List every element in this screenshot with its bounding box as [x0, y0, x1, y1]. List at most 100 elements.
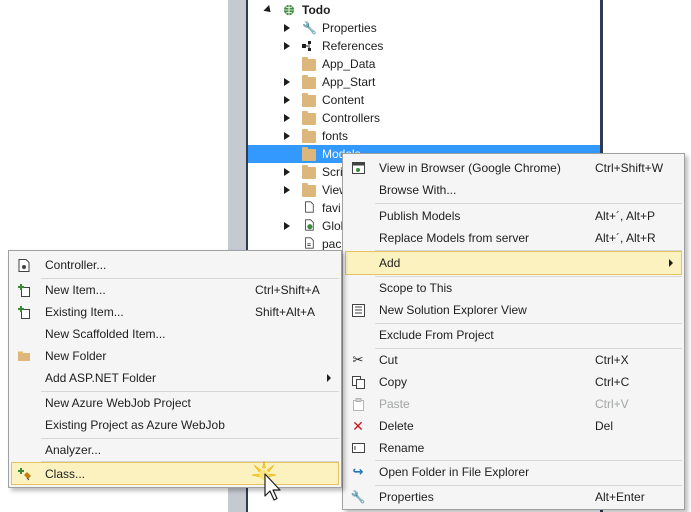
menu-item-label: New Scaffolded Item...: [45, 327, 166, 341]
menu-item-exclude-from-project[interactable]: Exclude From Project: [345, 324, 682, 346]
rename-icon: [351, 441, 365, 455]
folder-icon: [302, 75, 316, 89]
tree-item-label: Controllers: [322, 111, 381, 125]
menu-item-cut[interactable]: ✂ Cut Ctrl+X: [345, 349, 682, 371]
collapsed-arrow-icon[interactable]: [282, 185, 292, 195]
menu-item-label: Paste: [379, 397, 410, 411]
folder-icon: [302, 93, 316, 107]
menu-item-shortcut: Alt+´, Alt+P: [595, 209, 656, 223]
menu-item-label: Exclude From Project: [379, 328, 494, 342]
expanded-arrow-icon[interactable]: [262, 5, 272, 15]
folder-icon: [302, 129, 316, 143]
menu-item-shortcut: Ctrl+X: [595, 353, 629, 367]
collapsed-arrow-icon[interactable]: [282, 131, 292, 141]
menu-item-label: Analyzer...: [45, 443, 102, 457]
menu-item-shortcut: Ctrl+Shift+W: [595, 161, 664, 175]
submenu-arrow-icon: [669, 259, 673, 267]
tree-item-label: App_Start: [322, 75, 376, 89]
add-submenu: Controller... New Item... Ctrl+Shift+A E…: [8, 250, 342, 488]
tree-item-label: pac: [322, 237, 342, 251]
menu-item-rename[interactable]: Rename: [345, 437, 682, 459]
menu-item-label: Cut: [379, 353, 398, 367]
menu-item-add[interactable]: Add: [345, 251, 682, 275]
menu-item-scope-to-this[interactable]: Scope to This: [345, 277, 682, 299]
menu-item-copy[interactable]: Copy Ctrl+C: [345, 371, 682, 393]
menu-item-label: Publish Models: [379, 209, 461, 223]
tree-item-label: References: [322, 39, 384, 53]
menu-item-delete[interactable]: ✕ Delete Del: [345, 415, 682, 437]
tree-item-controllers[interactable]: Controllers: [248, 109, 600, 127]
collapsed-arrow-icon[interactable]: [282, 113, 292, 123]
web-project-icon: [283, 4, 295, 16]
menu-item-properties[interactable]: 🔧 Properties Alt+Enter: [345, 486, 682, 508]
menu-item-label: Replace Models from server: [379, 231, 530, 245]
menu-item-shortcut: Alt+´, Alt+R: [595, 231, 656, 245]
menu-item-label: View in Browser (Google Chrome): [379, 161, 561, 175]
menu-item-paste[interactable]: Paste Ctrl+V: [345, 393, 682, 415]
menu-item-new-folder[interactable]: New Folder: [11, 345, 339, 367]
menu-item-browse-with[interactable]: Browse With...: [345, 179, 682, 201]
menu-item-label: New Folder: [45, 349, 107, 363]
collapsed-arrow-icon[interactable]: [282, 221, 292, 231]
menu-item-new-item[interactable]: New Item... Ctrl+Shift+A: [11, 279, 339, 301]
wrench-icon: 🔧: [302, 21, 317, 35]
project-label: Todo: [302, 3, 331, 17]
wrench-icon: 🔧: [350, 490, 366, 504]
menu-item-label: New Item...: [45, 283, 106, 297]
menu-item-shortcut: Shift+Alt+A: [255, 305, 316, 319]
tree-item-project[interactable]: Todo: [248, 1, 600, 19]
menu-item-label: Properties: [379, 490, 434, 504]
tree-item-fonts[interactable]: fonts: [248, 127, 600, 145]
menu-item-view-in-browser[interactable]: View in Browser (Google Chrome) Ctrl+Shi…: [345, 157, 682, 179]
config-file-icon: [305, 237, 314, 249]
collapsed-arrow-icon[interactable]: [282, 167, 292, 177]
menu-item-shortcut: Ctrl+V: [595, 397, 629, 411]
menu-item-existing-project-azure-webjob[interactable]: Existing Project as Azure WebJob: [11, 414, 339, 436]
menu-item-class[interactable]: Class...: [11, 462, 339, 485]
menu-item-add-aspnet-folder[interactable]: Add ASP.NET Folder: [11, 367, 339, 389]
menu-item-label: Browse With...: [379, 183, 457, 197]
menu-item-shortcut: Del: [595, 419, 614, 433]
tree-item-content[interactable]: Content: [248, 91, 600, 109]
menu-item-new-scaffolded-item[interactable]: New Scaffolded Item...: [11, 323, 339, 345]
menu-item-label: Delete: [379, 419, 414, 433]
tree-item-app-data[interactable]: App_Data: [248, 55, 600, 73]
menu-item-new-solution-explorer-view[interactable]: New Solution Explorer View: [345, 299, 682, 321]
menu-item-label: Copy: [379, 375, 408, 389]
delete-x-icon: ✕: [352, 418, 364, 434]
menu-item-replace-models[interactable]: Replace Models from server Alt+´, Alt+R: [345, 227, 682, 249]
mouse-cursor-icon: [252, 461, 281, 501]
context-menu: View in Browser (Google Chrome) Ctrl+Shi…: [342, 153, 685, 510]
references-icon: [302, 41, 311, 51]
menu-item-label: Add: [379, 256, 401, 270]
menu-item-publish-models[interactable]: Publish Models Alt+´, Alt+P: [345, 205, 682, 227]
tree-item-app-start[interactable]: App_Start: [248, 73, 600, 91]
collapsed-arrow-icon[interactable]: [282, 41, 292, 51]
solution-explorer-view-icon: [351, 303, 365, 317]
tree-item-references[interactable]: References: [248, 37, 600, 55]
menu-item-analyzer[interactable]: Analyzer...: [11, 439, 339, 461]
tree-item-label: favi: [322, 201, 341, 215]
new-folder-icon: [17, 349, 31, 363]
collapsed-arrow-icon[interactable]: [282, 77, 292, 87]
paste-icon: [351, 397, 365, 411]
scissors-icon: ✂: [352, 352, 364, 367]
menu-item-controller[interactable]: Controller...: [11, 254, 339, 276]
background-area: [0, 0, 228, 250]
menu-item-existing-item[interactable]: Existing Item... Shift+Alt+A: [11, 301, 339, 323]
folder-icon: [302, 147, 316, 161]
add-class-icon: [18, 467, 32, 481]
menu-item-label: Rename: [379, 441, 425, 455]
tree-item-label: App_Data: [322, 57, 376, 71]
new-item-icon: [17, 283, 31, 297]
menu-item-open-folder[interactable]: ↪ Open Folder in File Explorer: [345, 461, 682, 483]
tree-item-label: Scri: [322, 165, 343, 179]
global-asax-icon: [305, 219, 314, 231]
folder-icon: [302, 165, 316, 179]
folder-icon: [302, 183, 316, 197]
menu-item-new-azure-webjob[interactable]: New Azure WebJob Project: [11, 392, 339, 414]
file-icon: [305, 201, 314, 213]
tree-item-properties[interactable]: 🔧 Properties: [248, 19, 600, 37]
collapsed-arrow-icon[interactable]: [282, 95, 292, 105]
collapsed-arrow-icon[interactable]: [282, 23, 292, 33]
